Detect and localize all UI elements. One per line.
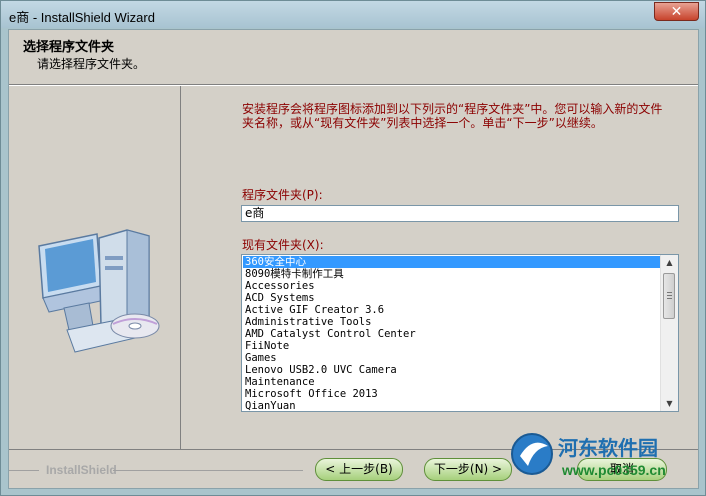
folder-list-item[interactable]: 360安全中心 <box>243 256 661 268</box>
folder-list-item[interactable]: AMD Catalyst Control Center <box>243 328 661 340</box>
scroll-thumb[interactable] <box>663 273 675 319</box>
computer-cd-icon <box>38 229 160 353</box>
wizard-client-area: 选择程序文件夹 请选择程序文件夹。 安装程序会将程序图标添加到以下列示的“程序文… <box>8 29 699 489</box>
existing-folders-list[interactable]: 360安全中心 8090模特卡制作工具 Accessories ACD Systems… <box>241 254 679 412</box>
folder-list-item[interactable]: Maintenance <box>243 376 661 388</box>
next-button[interactable]: 下一步(N) > <box>424 458 512 481</box>
program-folder-input[interactable]: e商 <box>241 205 679 222</box>
folder-list-item[interactable]: FiiNote <box>243 340 661 352</box>
header-title: 选择程序文件夹 <box>23 40 115 55</box>
folder-list-item[interactable]: ACD Systems <box>243 292 661 304</box>
watermark-logo-icon <box>511 433 553 475</box>
close-button[interactable]: ✕ <box>654 2 699 21</box>
wizard-header: 选择程序文件夹 请选择程序文件夹。 <box>9 30 698 84</box>
folder-list-item[interactable]: Accessories <box>243 280 661 292</box>
folder-list-items: 360安全中心 8090模特卡制作工具 Accessories ACD Systems… <box>243 256 661 411</box>
folder-list-item[interactable]: Lenovo USB2.0 UVC Camera <box>243 364 661 376</box>
installer-window: e商 - InstallShield Wizard ✕ 选择程序文件夹 请选择程… <box>0 0 706 496</box>
folder-list-item[interactable]: Administrative Tools <box>243 316 661 328</box>
program-folder-label: 程序文件夹(P): <box>242 188 323 202</box>
folder-list-item[interactable]: Games <box>243 352 661 364</box>
grip-icon <box>667 292 672 300</box>
back-button[interactable]: < 上一步(B) <box>315 458 403 481</box>
brand-divider-left <box>9 470 39 471</box>
folder-list-item[interactable]: QianYuan <box>243 400 661 411</box>
installshield-brand: InstallShield <box>46 463 117 477</box>
folder-list-item[interactable]: Microsoft Office 2013 <box>243 388 661 400</box>
header-subtitle: 请选择程序文件夹。 <box>37 57 146 71</box>
left-graphic-panel <box>9 86 181 449</box>
folder-list-item[interactable]: 8090模特卡制作工具 <box>243 268 661 280</box>
site-watermark: 河东软件园 www.pc0359.cn <box>504 426 704 492</box>
title-bar[interactable]: e商 - InstallShield Wizard ✕ <box>1 1 705 28</box>
watermark-title: 河东软件园 <box>558 436 658 460</box>
scroll-up-arrow-icon[interactable]: ▲ <box>663 256 676 269</box>
brand-divider-right <box>113 470 303 471</box>
watermark-url: www.pc0359.cn <box>562 462 666 478</box>
main-content: 安装程序会将程序图标添加到以下列示的“程序文件夹”中。您可以输入新的文件 夹名称… <box>185 86 697 449</box>
folder-list-item[interactable]: Active GIF Creator 3.6 <box>243 304 661 316</box>
existing-folders-label: 现有文件夹(X): <box>242 238 324 252</box>
instruction-text: 安装程序会将程序图标添加到以下列示的“程序文件夹”中。您可以输入新的文件 夹名称… <box>242 102 663 130</box>
list-scrollbar[interactable]: ▲ ▼ <box>660 255 678 411</box>
scroll-down-arrow-icon[interactable]: ▼ <box>663 397 676 410</box>
window-title: e商 - InstallShield Wizard <box>9 10 155 25</box>
